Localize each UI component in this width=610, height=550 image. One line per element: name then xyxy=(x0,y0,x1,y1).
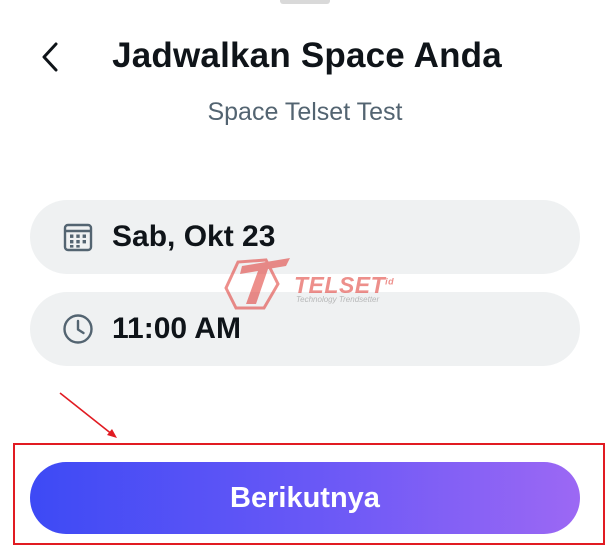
time-value: 11:00 AM xyxy=(112,312,241,345)
telset-logo-icon xyxy=(224,258,290,310)
next-button[interactable]: Berikutnya xyxy=(30,462,580,534)
page-title: Jadwalkan Space Anda xyxy=(112,36,502,75)
telset-watermark: TELSETid Technology Trendsetter xyxy=(220,252,410,312)
watermark-tagline: Technology Trendsetter xyxy=(296,295,380,304)
clock-icon xyxy=(61,312,95,346)
date-value: Sab, Okt 23 xyxy=(112,220,276,253)
annotation-arrow-icon xyxy=(59,392,117,438)
calendar-icon xyxy=(61,220,95,254)
sheet-drag-handle[interactable] xyxy=(280,0,330,4)
space-name: Space Telset Test xyxy=(207,98,403,126)
